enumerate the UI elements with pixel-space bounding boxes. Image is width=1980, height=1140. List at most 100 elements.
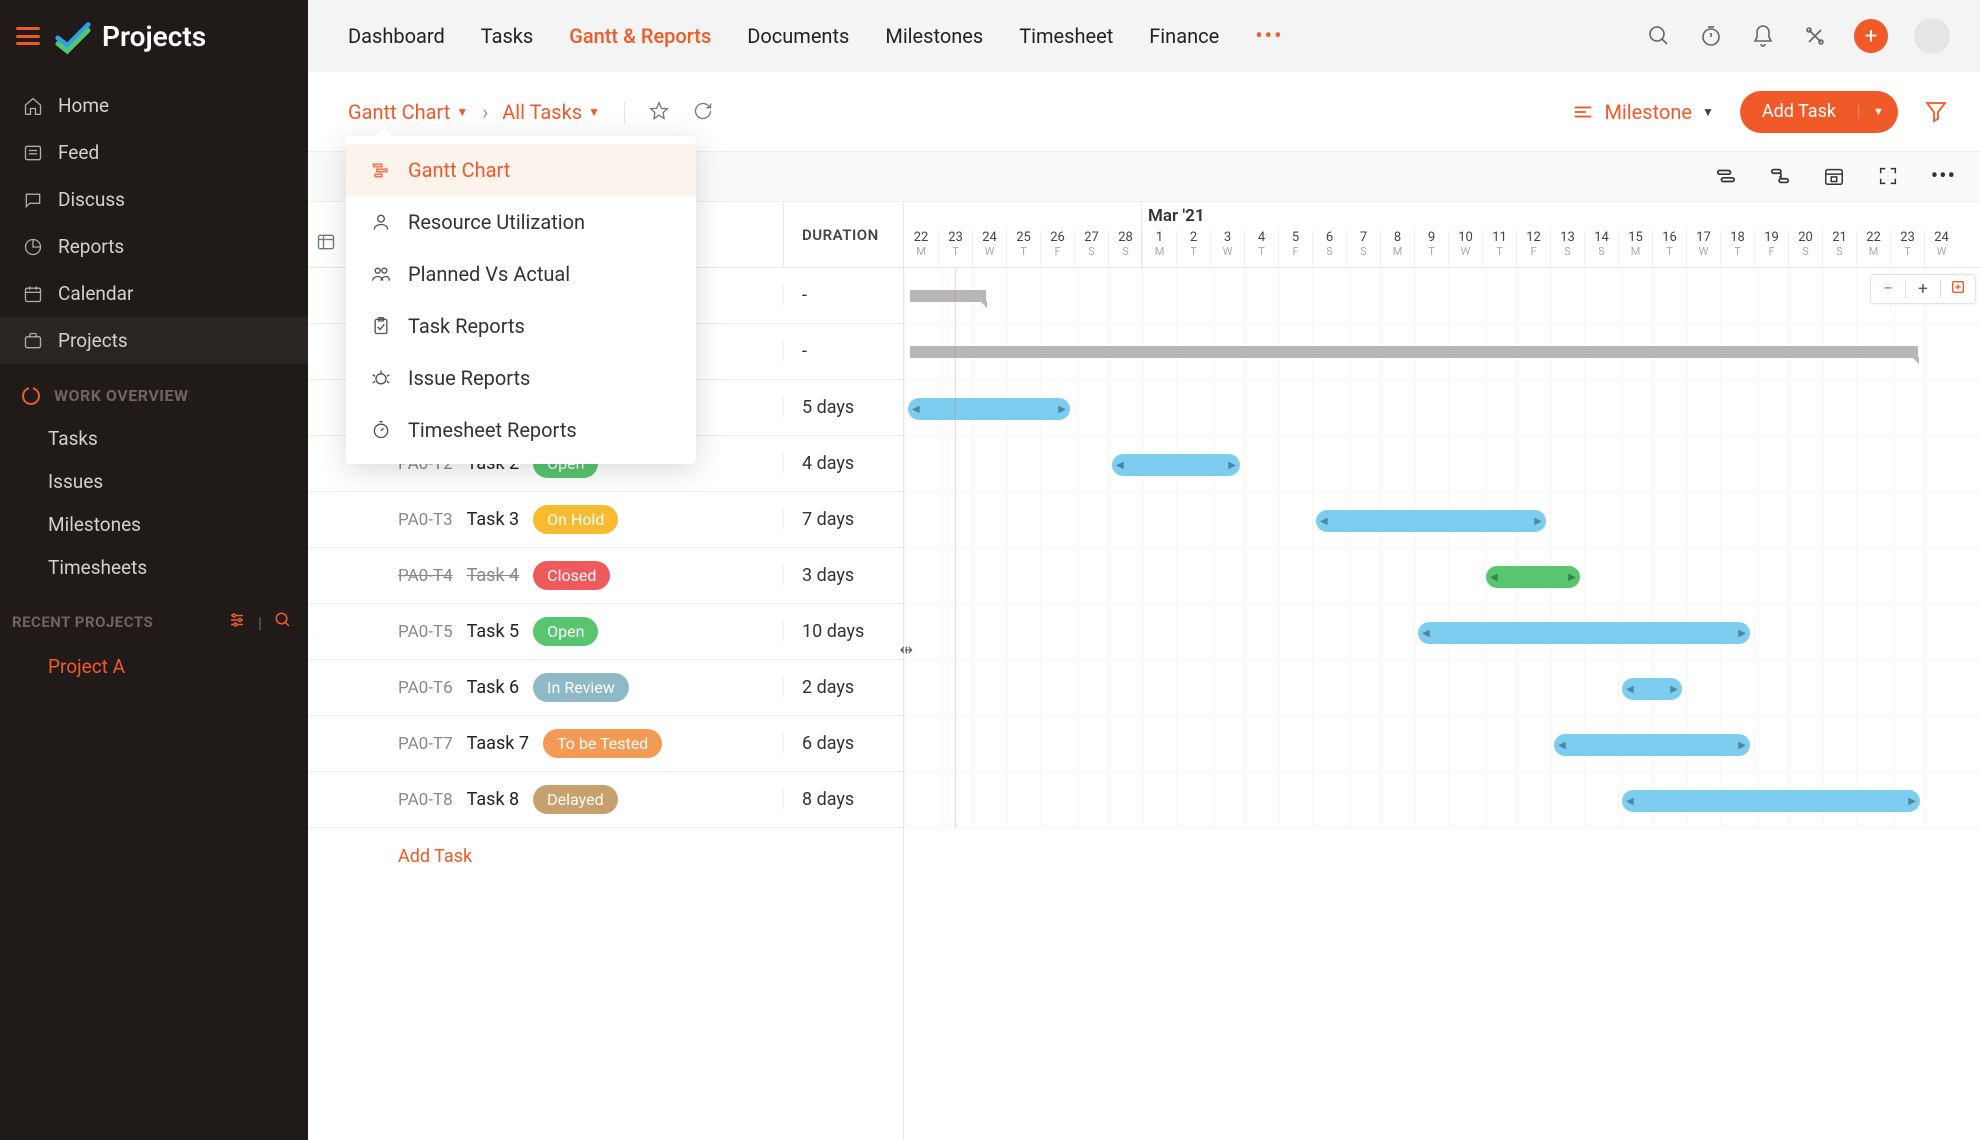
chart-summary-row bbox=[904, 324, 1980, 380]
dropdown-task-reports[interactable]: Task Reports bbox=[346, 300, 696, 352]
hamburger-menu[interactable] bbox=[16, 27, 40, 45]
task-row[interactable]: PA0-T3 Task 3 On Hold 7 days bbox=[308, 492, 903, 548]
gantt-bar[interactable]: ◀▶ bbox=[1554, 734, 1750, 756]
summary-bar[interactable] bbox=[910, 346, 1918, 358]
dependency-icon[interactable] bbox=[1769, 165, 1793, 189]
bar-end-handle[interactable]: ▶ bbox=[1058, 404, 1066, 415]
today-indicator bbox=[955, 268, 956, 828]
day-column: 5F bbox=[1278, 230, 1312, 268]
tab-gantt-reports[interactable]: Gantt & Reports bbox=[569, 24, 711, 49]
zoom-fit[interactable] bbox=[1941, 279, 1975, 300]
duration-cell: 3 days bbox=[783, 565, 903, 586]
search-icon[interactable] bbox=[1646, 23, 1672, 49]
star-icon[interactable] bbox=[649, 101, 671, 123]
bar-end-handle[interactable]: ▶ bbox=[1534, 516, 1542, 527]
gantt-bar[interactable]: ◀▶ bbox=[1486, 566, 1580, 588]
zoom-out[interactable]: − bbox=[1871, 279, 1905, 299]
sliders-icon[interactable] bbox=[228, 611, 246, 633]
day-column: 20S bbox=[1788, 230, 1822, 268]
bar-start-handle[interactable]: ◀ bbox=[1558, 740, 1566, 751]
fullscreen-icon[interactable] bbox=[1877, 165, 1901, 189]
chart-body[interactable]: ◀▶◀▶◀▶◀▶◀▶◀▶◀▶◀▶−+ bbox=[904, 268, 1980, 828]
view-dropdown: Gantt Chart Resource Utilization Planned… bbox=[346, 136, 696, 464]
column-picker-icon[interactable] bbox=[316, 232, 340, 256]
dropdown-issue-reports[interactable]: Issue Reports bbox=[346, 352, 696, 404]
work-tasks[interactable]: Tasks bbox=[0, 417, 308, 460]
task-name: Taask 7 bbox=[467, 733, 529, 754]
work-timesheets[interactable]: Timesheets bbox=[0, 546, 308, 589]
add-task-button[interactable]: Add Task ▼ bbox=[1740, 91, 1898, 133]
task-row[interactable]: PA0-T5 Task 5 Open 10 days bbox=[308, 604, 903, 660]
bar-start-handle[interactable]: ◀ bbox=[1116, 460, 1124, 471]
tab-tasks[interactable]: Tasks bbox=[481, 24, 534, 49]
bar-start-handle[interactable]: ◀ bbox=[1626, 796, 1634, 807]
nav-discuss[interactable]: Discuss bbox=[0, 176, 308, 223]
bar-end-handle[interactable]: ▶ bbox=[1568, 572, 1576, 583]
tab-dashboard[interactable]: Dashboard bbox=[348, 24, 445, 49]
add-task-dropdown[interactable]: ▼ bbox=[1858, 105, 1898, 118]
tools-icon[interactable] bbox=[1802, 23, 1828, 49]
nav-projects[interactable]: Projects bbox=[0, 317, 308, 364]
gantt-bar[interactable]: ◀▶ bbox=[1112, 454, 1240, 476]
gantt-bar[interactable]: ◀▶ bbox=[1316, 510, 1546, 532]
nav-home[interactable]: Home bbox=[0, 82, 308, 129]
nav-calendar[interactable]: Calendar bbox=[0, 270, 308, 317]
bar-start-handle[interactable]: ◀ bbox=[1422, 628, 1430, 639]
bar-start-handle[interactable]: ◀ bbox=[1320, 516, 1328, 527]
task-row[interactable]: PA0-T8 Task 8 Delayed 8 days bbox=[308, 772, 903, 828]
timer-icon[interactable] bbox=[1698, 23, 1724, 49]
gantt-bar[interactable]: ◀▶ bbox=[1418, 622, 1750, 644]
home-icon bbox=[22, 95, 44, 117]
baseline-icon[interactable] bbox=[1715, 165, 1739, 189]
tab-more[interactable]: ••• bbox=[1255, 24, 1283, 49]
task-name: Task 8 bbox=[467, 789, 520, 810]
task-row[interactable]: PA0-T7 Taask 7 To be Tested 6 days bbox=[308, 716, 903, 772]
zoom-in[interactable]: + bbox=[1906, 279, 1940, 299]
bar-end-handle[interactable]: ▶ bbox=[1738, 628, 1746, 639]
task-row[interactable]: PA0-T6 Task 6 In Review 2 days bbox=[308, 660, 903, 716]
dropdown-gantt-chart[interactable]: Gantt Chart bbox=[346, 144, 696, 196]
bar-start-handle[interactable]: ◀ bbox=[1626, 684, 1634, 695]
summary-bar[interactable] bbox=[910, 290, 986, 302]
bar-end-handle[interactable]: ▶ bbox=[1670, 684, 1678, 695]
work-milestones[interactable]: Milestones bbox=[0, 503, 308, 546]
add-task-inline[interactable]: Add Task bbox=[308, 828, 903, 884]
bar-start-handle[interactable]: ◀ bbox=[1490, 572, 1498, 583]
work-issues[interactable]: Issues bbox=[0, 460, 308, 503]
tab-timesheet[interactable]: Timesheet bbox=[1019, 24, 1113, 49]
dropdown-resource-util[interactable]: Resource Utilization bbox=[346, 196, 696, 248]
work-overview-header[interactable]: WORK OVERVIEW bbox=[0, 374, 308, 417]
nav-feed[interactable]: Feed bbox=[0, 129, 308, 176]
more-options[interactable]: ••• bbox=[1931, 164, 1956, 189]
user-avatar[interactable] bbox=[1914, 18, 1950, 54]
gantt-bar[interactable]: ◀▶ bbox=[908, 398, 1070, 420]
view-selector[interactable]: Gantt Chart▼ bbox=[348, 100, 468, 124]
bar-end-handle[interactable]: ▶ bbox=[1228, 460, 1236, 471]
nav-reports[interactable]: Reports bbox=[0, 223, 308, 270]
today-icon[interactable] bbox=[1823, 165, 1847, 189]
recent-project-a[interactable]: Project A bbox=[0, 645, 308, 688]
dropdown-timesheet-reports[interactable]: Timesheet Reports bbox=[346, 404, 696, 456]
bar-start-handle[interactable]: ◀ bbox=[912, 404, 920, 415]
tab-milestones[interactable]: Milestones bbox=[885, 24, 983, 49]
search-icon[interactable] bbox=[274, 611, 292, 633]
nav-label: Discuss bbox=[58, 188, 125, 211]
filter-icon[interactable] bbox=[1924, 99, 1950, 125]
tab-finance[interactable]: Finance bbox=[1149, 24, 1219, 49]
subheader-icons bbox=[624, 101, 715, 123]
scope-selector[interactable]: All Tasks▼ bbox=[502, 100, 600, 124]
day-column: 23T bbox=[938, 230, 972, 268]
task-row[interactable]: PA0-T4 Task 4 Closed 3 days bbox=[308, 548, 903, 604]
refresh-icon[interactable] bbox=[693, 101, 715, 123]
tab-documents[interactable]: Documents bbox=[747, 24, 849, 49]
bell-icon[interactable] bbox=[1750, 23, 1776, 49]
bar-end-handle[interactable]: ▶ bbox=[1738, 740, 1746, 751]
gantt-bar[interactable]: ◀▶ bbox=[1622, 790, 1920, 812]
gantt-bar[interactable]: ◀▶ bbox=[1622, 678, 1682, 700]
dropdown-planned-actual[interactable]: Planned Vs Actual bbox=[346, 248, 696, 300]
bar-end-handle[interactable]: ▶ bbox=[1908, 796, 1916, 807]
day-column: 13S bbox=[1550, 230, 1584, 268]
global-add-button[interactable]: + bbox=[1854, 19, 1888, 53]
task-id: PA0-T4 bbox=[398, 566, 453, 586]
milestone-toggle[interactable]: Milestone ▼ bbox=[1572, 100, 1713, 124]
